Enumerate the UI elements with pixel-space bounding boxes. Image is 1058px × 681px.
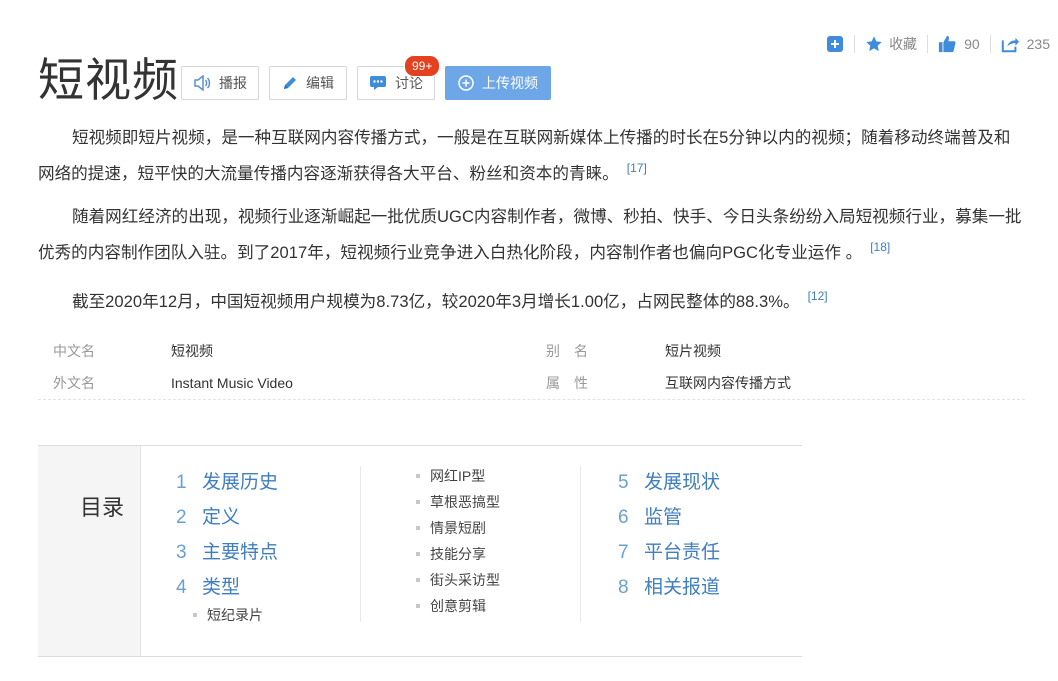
bullet-icon: [416, 604, 420, 608]
catalog-subitem-label: 网红IP型: [430, 468, 486, 484]
summary-paragraph: 随着网红经济的出现，视频行业逐渐崛起一批优质UGC内容制作者，微博、秒拍、快手、…: [38, 202, 1023, 268]
catalog-item-label: 类型: [202, 577, 241, 598]
catalog-subitem[interactable]: 短纪录片: [193, 606, 263, 624]
bullet-icon: [416, 578, 420, 582]
catalog-item[interactable]: 3 主要特点: [176, 540, 278, 566]
catalog-item-label: 相关报道: [644, 577, 721, 598]
divider: [854, 35, 856, 53]
catalog-item-label: 主要特点: [202, 542, 279, 563]
like-count: 90: [964, 36, 980, 52]
catalog-subitem[interactable]: 情景短剧: [416, 519, 486, 537]
edit-button[interactable]: 编辑: [269, 66, 347, 100]
catalog-subitem[interactable]: 技能分享: [416, 545, 486, 563]
upload-video-label: 上传视频: [482, 75, 538, 91]
catalog-item-number: 1: [176, 472, 187, 493]
speaker-icon: [193, 75, 211, 91]
catalog-item[interactable]: 2 定义: [176, 505, 240, 531]
catalog-item-number: 3: [176, 542, 187, 563]
bullet-icon: [416, 526, 420, 530]
plus-square-icon: [826, 35, 844, 53]
share-icon: [1001, 35, 1019, 53]
catalog-item[interactable]: 5 发展现状: [618, 470, 720, 496]
catalog-subitem[interactable]: 创意剪辑: [416, 597, 486, 615]
info-value: 短视频: [171, 343, 213, 359]
column-divider: [360, 466, 361, 622]
star-icon: [865, 35, 883, 53]
catalog-item-number: 8: [618, 577, 629, 598]
thumbs-up-icon: [938, 35, 956, 53]
paragraph-text: 截至2020年12月，中国短视频用户规模为8.73亿，较2020年3月增长1.0…: [72, 292, 800, 311]
share-count: 235: [1026, 36, 1050, 52]
basic-info-row: 中文名 短视频 别 名 短片视频: [38, 335, 1025, 367]
info-value: Instant Music Video: [171, 375, 293, 391]
bullet-icon: [416, 500, 420, 504]
catalog-subitem-label: 技能分享: [430, 546, 486, 562]
catalog-item-label: 发展现状: [644, 472, 721, 493]
plus-circle-icon: [458, 75, 474, 91]
broadcast-label: 播报: [219, 75, 247, 91]
catalog-item-label: 监管: [644, 507, 683, 528]
page-title: 短视频: [38, 54, 179, 106]
reference-link[interactable]: [12]: [808, 289, 828, 303]
info-key: 属 性: [546, 375, 588, 391]
catalog-subitem[interactable]: 街头采访型: [416, 571, 500, 589]
add-button[interactable]: [826, 35, 844, 53]
page-actions: 收藏 90 235: [826, 34, 1050, 54]
catalog-subitem-label: 街头采访型: [430, 572, 500, 588]
info-value: 短片视频: [665, 343, 721, 359]
catalog-item-number: 4: [176, 577, 187, 598]
summary-paragraph: 截至2020年12月，中国短视频用户规模为8.73亿，较2020年3月增长1.0…: [38, 281, 1023, 317]
catalog-item-number: 6: [618, 507, 629, 528]
chat-bubble-icon: [369, 75, 387, 91]
catalog-subitem-label: 创意剪辑: [430, 598, 486, 614]
bullet-icon: [416, 552, 420, 556]
upload-video-button[interactable]: 上传视频: [445, 66, 551, 100]
catalog-subitem-label: 短纪录片: [207, 607, 263, 623]
info-key: 别 名: [546, 343, 588, 359]
catalog-item[interactable]: 4 类型: [176, 575, 240, 601]
catalog-item-number: 5: [618, 472, 629, 493]
divider: [989, 35, 991, 53]
pencil-icon: [282, 75, 298, 91]
summary-paragraph: 短视频即短片视频，是一种互联网内容传播方式，一般是在互联网新媒体上传播的时长在5…: [38, 123, 1023, 189]
catalog-subitem-label: 草根恶搞型: [430, 494, 500, 510]
catalog-subitem[interactable]: 网红IP型: [416, 467, 485, 485]
catalog-item-label: 定义: [202, 507, 241, 528]
basic-info-row: 外文名 Instant Music Video 属 性 互联网内容传播方式: [38, 367, 1025, 399]
catalog-item[interactable]: 8 相关报道: [618, 575, 720, 601]
catalog-item-number: 2: [176, 507, 187, 528]
info-value: 互联网内容传播方式: [665, 375, 791, 391]
catalog-subitem[interactable]: 草根恶搞型: [416, 493, 500, 511]
favorite-button[interactable]: 收藏: [865, 34, 917, 54]
bullet-icon: [416, 474, 420, 478]
info-key: 中文名: [53, 343, 95, 359]
catalog-item[interactable]: 7 平台责任: [618, 540, 720, 566]
catalog-item[interactable]: 1 发展历史: [176, 470, 278, 496]
catalog-item-label: 发展历史: [202, 472, 279, 493]
catalog-item[interactable]: 6 监管: [618, 505, 682, 531]
bullet-icon: [193, 613, 197, 617]
info-key: 外文名: [53, 375, 95, 391]
column-divider: [580, 466, 581, 622]
divider: [38, 399, 1025, 400]
divider: [927, 35, 929, 53]
like-button[interactable]: 90: [938, 35, 980, 53]
catalog: 目录 1 发展历史 2 定义 3 主要特点 4 类型 短纪录片 网红IP型 草根恶搞型 …: [38, 445, 802, 657]
discuss-count-badge: 99+: [404, 55, 441, 77]
paragraph-text: 短视频即短片视频，是一种互联网内容传播方式，一般是在互联网新媒体上传播的时长在5…: [38, 128, 1011, 183]
edit-label: 编辑: [306, 75, 334, 91]
catalog-title: 目录: [80, 495, 125, 520]
share-button[interactable]: 235: [1001, 35, 1050, 53]
catalog-subitem-label: 情景短剧: [430, 520, 486, 536]
reference-link[interactable]: [18]: [870, 240, 890, 254]
catalog-item-label: 平台责任: [644, 542, 721, 563]
catalog-item-number: 7: [618, 542, 629, 563]
favorite-label: 收藏: [889, 36, 918, 52]
reference-link[interactable]: [17]: [627, 161, 647, 175]
broadcast-button[interactable]: 播报: [181, 66, 259, 100]
catalog-sidebar: 目录: [38, 446, 141, 656]
